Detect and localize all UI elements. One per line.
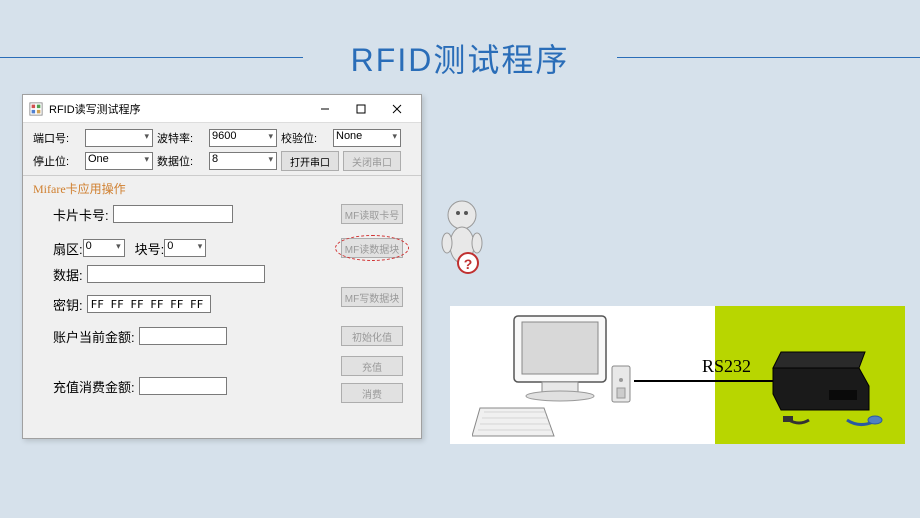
data-input[interactable]: [87, 265, 265, 283]
parity-label: 校验位:: [281, 130, 329, 146]
svg-text:?: ?: [464, 256, 473, 272]
read-card-button[interactable]: MF读取卡号: [341, 204, 403, 224]
parity-select[interactable]: None: [333, 129, 401, 147]
init-value-button[interactable]: 初始化值: [341, 326, 403, 346]
page-title: RFID测试程序: [351, 42, 570, 78]
window-titlebar[interactable]: RFID读写测试程序: [23, 95, 421, 123]
balance-label: 账户当前金额:: [53, 327, 135, 346]
rs232-label: RS232: [702, 356, 751, 377]
data-select[interactable]: 8: [209, 152, 277, 170]
computer-icon: [472, 308, 642, 438]
title-divider-left: [0, 57, 303, 58]
app-window: RFID读写测试程序 端口号: 波特率: 9600 校验位: None 停止位:…: [22, 94, 422, 439]
connection-line: [634, 380, 782, 382]
block-select[interactable]: 0: [164, 239, 206, 257]
page-title-bar: RFID测试程序: [0, 35, 920, 81]
read-block-button[interactable]: MF读数据块: [341, 238, 403, 258]
recharge-button[interactable]: 充值: [341, 356, 403, 376]
open-port-button[interactable]: 打开串口: [281, 151, 339, 171]
stop-select[interactable]: One: [85, 152, 153, 170]
close-port-button[interactable]: 关闭串口: [343, 151, 401, 171]
data-field-label: 数据:: [53, 265, 83, 284]
baud-label: 波特率:: [157, 130, 205, 146]
block-label: 块号:: [135, 239, 165, 258]
recharge-input[interactable]: [139, 377, 227, 395]
card-no-label: 卡片卡号:: [53, 205, 109, 224]
port-label: 端口号:: [33, 130, 81, 146]
serial-config-panel: 端口号: 波特率: 9600 校验位: None 停止位: One 数据位: 8…: [23, 123, 421, 176]
window-title: RFID读写测试程序: [49, 101, 307, 117]
minimize-button[interactable]: [307, 96, 343, 122]
rfid-reader-icon: [769, 328, 889, 438]
baud-select[interactable]: 9600: [209, 129, 277, 147]
sector-label: 扇区:: [53, 239, 83, 258]
app-icon: [29, 102, 43, 116]
port-select[interactable]: [85, 129, 153, 147]
connection-diagram: RS232: [450, 306, 905, 444]
card-no-input[interactable]: [113, 205, 233, 223]
data-label: 数据位:: [157, 153, 205, 169]
key-input[interactable]: [87, 295, 211, 313]
sector-select[interactable]: 0: [83, 239, 125, 257]
title-divider-right: [617, 57, 920, 58]
question-character-icon: ?: [432, 195, 492, 285]
window-controls: [307, 96, 415, 122]
key-label: 密钥:: [53, 295, 83, 314]
consume-button[interactable]: 消费: [341, 383, 403, 403]
close-button[interactable]: [379, 96, 415, 122]
stop-label: 停止位:: [33, 153, 81, 169]
balance-input[interactable]: [139, 327, 227, 345]
recharge-label: 充值消费金额:: [53, 377, 135, 396]
mifare-section-title: Mifare卡应用操作: [33, 180, 411, 197]
write-block-button[interactable]: MF写数据块: [341, 287, 403, 307]
maximize-button[interactable]: [343, 96, 379, 122]
mifare-section: Mifare卡应用操作 卡片卡号: MF读取卡号 扇区: 0 块号: 0 MF读…: [23, 176, 421, 415]
